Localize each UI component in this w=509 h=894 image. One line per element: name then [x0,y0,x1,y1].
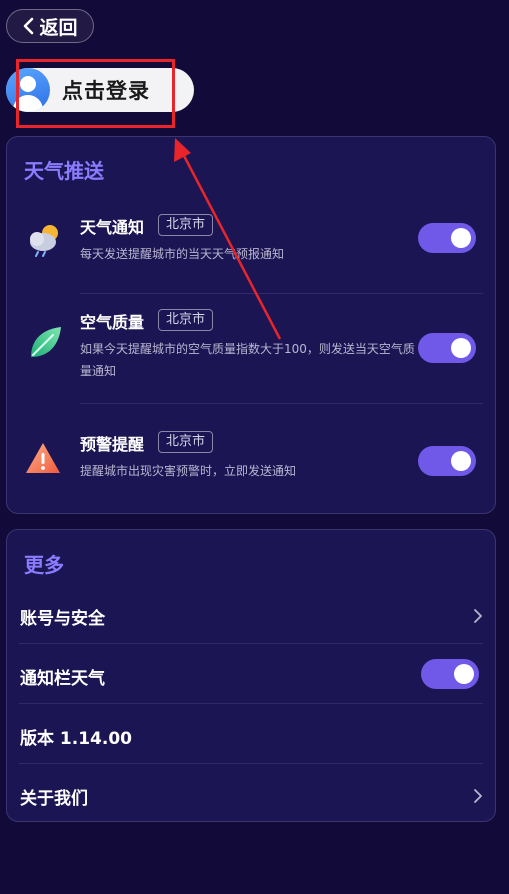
air-quality-row: 空气质量 北京市 如果今天提醒城市的空气质量指数大于100，则发送当天空气质量通… [7,309,495,405]
chevron-right-icon [474,789,482,803]
account-security-label: 账号与安全 [20,609,105,629]
warning-toggle[interactable] [418,446,476,476]
version-row: 版本 1.14.00 [7,710,495,762]
air-quality-toggle[interactable] [418,333,476,363]
weather-cloud-sun-icon [30,225,58,257]
version-label: 版本 1.14.00 [20,729,132,749]
city-tag[interactable]: 北京市 [158,431,214,453]
weather-push-card: 天气推送 天气通知 北京市 每天发送提醒城市的当天天气预报通知 空气质量 北京市… [6,136,496,514]
leaf-icon [31,327,61,357]
warning-triangle-icon [26,443,60,473]
about-us-label: 关于我们 [20,789,88,809]
weather-notify-desc: 每天发送提醒城市的当天天气预报通知 [80,247,285,261]
section-title-weather-push: 天气推送 [24,159,104,183]
notification-bar-weather-row: 通知栏天气 [7,650,495,702]
about-us-row[interactable]: 关于我们 [7,770,495,822]
warning-title: 预警提醒 [80,435,145,454]
warning-desc: 提醒城市出现灾害预警时，立即发送通知 [80,464,297,478]
chevron-right-icon [474,609,482,623]
notification-bar-weather-toggle[interactable] [421,659,479,689]
back-button[interactable]: 返回 [6,9,94,43]
more-card: 更多 账号与安全 通知栏天气 版本 1.14.00 关于我们 [6,529,496,822]
weather-notify-toggle[interactable] [418,223,476,253]
air-quality-title: 空气质量 [80,313,145,332]
section-title-more: 更多 [24,553,64,577]
chevron-left-icon [24,17,34,35]
account-security-row[interactable]: 账号与安全 [7,590,495,642]
air-quality-desc: 如果今天提醒城市的空气质量指数大于100，则发送当天空气质量通知 [80,342,415,378]
weather-notify-row: 天气通知 北京市 每天发送提醒城市的当天天气预报通知 [7,207,495,293]
weather-notify-title: 天气通知 [80,218,145,237]
highlight-box [16,59,175,128]
warning-row: 预警提醒 北京市 提醒城市出现灾害预警时，立即发送通知 [7,431,495,501]
notification-bar-weather-label: 通知栏天气 [20,669,105,689]
city-tag[interactable]: 北京市 [158,309,214,331]
city-tag[interactable]: 北京市 [158,214,214,236]
back-label: 返回 [39,16,78,39]
